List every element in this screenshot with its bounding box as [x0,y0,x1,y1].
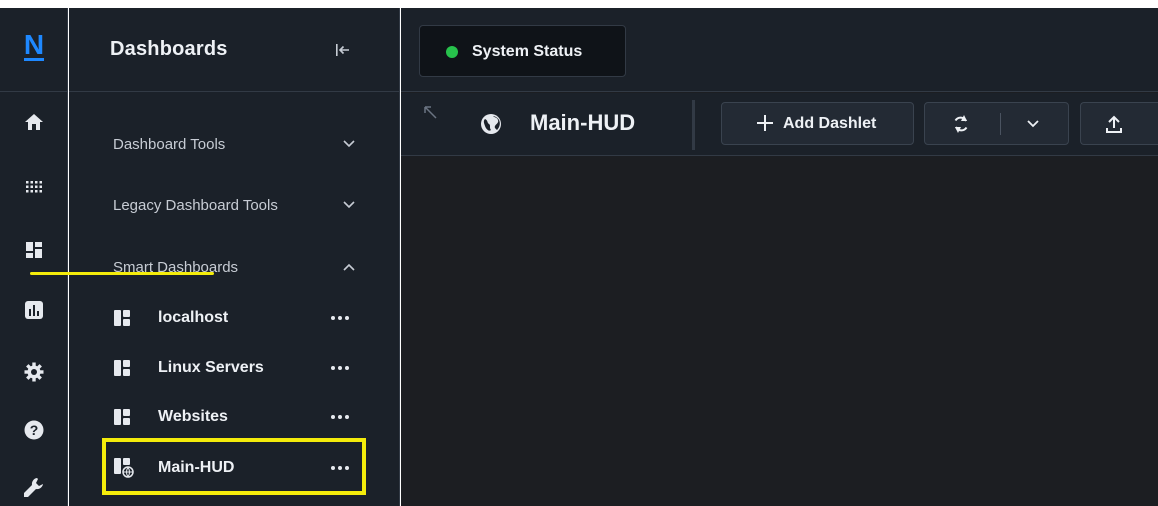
icon-rail: N ? [0,8,68,506]
chevron-up-icon [343,263,355,271]
refresh-button-group [924,102,1069,145]
nagios-logo[interactable]: N [22,28,46,64]
sidebar-header: Dashboards [69,8,400,92]
dashboard-toolbar: Main-HUD Add Dashlet [401,93,1158,156]
chevron-down-icon [343,140,355,148]
section-legacy-dashboard-tools[interactable]: Legacy Dashboard Tools [99,189,369,221]
svg-text:?: ? [30,422,39,438]
tab-label: System Status [472,43,583,60]
chevron-down-icon[interactable] [1027,120,1039,128]
highlight-box [102,438,366,495]
logo-area: N [0,8,68,92]
add-dashlet-button[interactable]: Add Dashlet [721,102,914,145]
apps-grid-icon[interactable] [22,175,46,199]
main-area: System Status Main-HUD Add Dashlet [401,8,1158,506]
collapse-sidebar-icon[interactable] [335,42,351,58]
dashboard-label: Linux Servers [158,359,264,376]
refresh-icon[interactable] [951,114,971,134]
section-label: Legacy Dashboard Tools [113,197,278,214]
dashboards-sidebar: Dashboards Dashboard Tools Legacy Dashbo… [69,8,400,506]
button-label: Add Dashlet [783,115,877,132]
dashboard-label: Websites [158,408,228,425]
sidebar-title: Dashboards [110,38,228,60]
dashboard-label: localhost [158,309,229,326]
section-dashboard-tools[interactable]: Dashboard Tools [99,128,369,160]
export-button[interactable] [1080,102,1158,145]
more-options-icon[interactable] [328,358,352,378]
dashboard-item-websites[interactable]: Websites [102,401,362,433]
gear-icon[interactable] [22,360,46,384]
logo-letter: N [24,29,44,60]
section-smart-dashboards[interactable]: Smart Dashboards [99,251,369,283]
bar-chart-icon[interactable] [22,298,46,322]
plus-icon [757,115,773,131]
tab-system-status[interactable]: System Status [419,25,626,77]
dashboard-item-linux-servers[interactable]: Linux Servers [102,352,362,384]
home-icon[interactable] [22,110,46,134]
dashboard-layout-icon [114,310,130,326]
top-tab-bar: System Status [401,8,1158,92]
chevron-down-icon [343,201,355,209]
wrench-icon[interactable] [22,476,46,500]
dashboard-icon[interactable] [22,238,46,262]
more-options-icon[interactable] [328,407,352,427]
upload-icon [1106,115,1122,133]
button-separator [1000,113,1001,135]
expand-arrow-icon[interactable] [423,105,437,119]
dashboard-layout-icon [114,360,130,376]
dashboard-canvas [401,157,1158,506]
dashboard-layout-icon [114,409,130,425]
divider [692,100,695,150]
dashboard-item-localhost[interactable]: localhost [102,302,362,334]
help-icon[interactable]: ? [22,418,46,442]
highlight-underline [30,272,214,275]
globe-icon [481,114,501,134]
status-indicator-icon [446,46,458,58]
page-title: Main-HUD [530,110,636,135]
section-label: Dashboard Tools [113,136,226,153]
more-options-icon[interactable] [328,308,352,328]
